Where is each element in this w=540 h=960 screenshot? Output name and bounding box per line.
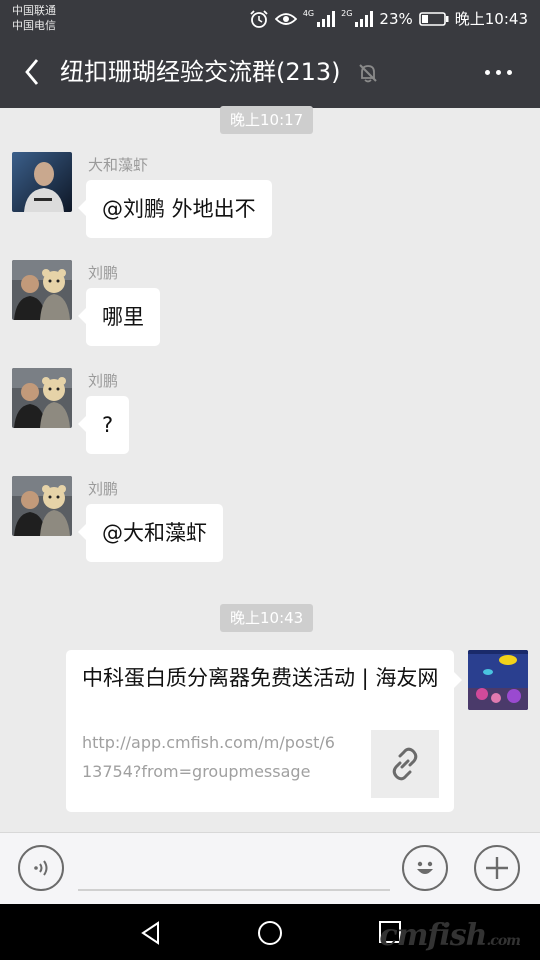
back-icon: [25, 59, 39, 85]
more-icon: [484, 69, 490, 75]
plus-button[interactable]: [474, 845, 520, 891]
alarm-icon: [250, 9, 268, 28]
timestamp: 晚上10:43: [220, 604, 314, 632]
clock: 晚上10:43: [454, 10, 528, 28]
carrier-1: 中国联通: [12, 4, 56, 17]
avatar-photo-icon: [12, 152, 72, 212]
timestamp: 晚上10:17: [220, 106, 314, 134]
battery-percent: 23%: [379, 9, 413, 28]
link-thumbnail: [371, 730, 439, 798]
message-bubble[interactable]: @大和藻虾: [78, 504, 223, 562]
chat-title: 纽扣珊瑚经验交流群(213): [60, 58, 341, 86]
voice-button[interactable]: [18, 845, 64, 891]
avatar-photo-icon: [12, 476, 72, 536]
avatar[interactable]: [12, 152, 72, 212]
network-type-2: 2G: [341, 9, 353, 18]
status-bar: 中国联通 中国电信 4G 2G 23% 晚上10:43: [0, 0, 540, 36]
input-bar: [0, 832, 540, 905]
emoji-icon: [417, 861, 433, 874]
mute-bell-icon: [359, 64, 377, 83]
sender-name: 刘鹏: [88, 372, 119, 390]
avatar-photo-icon: [12, 368, 72, 428]
link-url: http://app.cmfish.com/m/post/613754?from…: [82, 733, 335, 781]
sender-name: 大和藻虾: [88, 156, 149, 174]
network-type-1: 4G: [302, 9, 315, 18]
carrier-2: 中国电信: [12, 19, 56, 32]
link-card[interactable]: 中科蛋白质分离器免费送活动 | 海友网 http://app.cmfish.co…: [66, 650, 462, 812]
carrier-info: 中国联通 中国电信: [12, 3, 56, 33]
signal-icon-2: [355, 10, 374, 27]
my-avatar[interactable]: [468, 650, 528, 710]
nav-back-icon[interactable]: [138, 920, 164, 946]
message-bubble[interactable]: 哪里: [78, 288, 160, 346]
signal-icon: [317, 10, 336, 27]
link-icon: [392, 747, 418, 781]
watermark-logo: cmfish.com: [379, 918, 521, 953]
avatar[interactable]: [12, 260, 72, 320]
message-bubble[interactable]: ?: [77, 396, 130, 454]
sender-name: 刘鹏: [88, 480, 119, 498]
aquarium-avatar-icon: [468, 650, 528, 710]
link-title: 中科蛋白质分离器免费送活动 | 海友网: [82, 666, 439, 690]
chat-header: 纽扣珊瑚经验交流群(213): [0, 36, 540, 108]
message-bubble[interactable]: @刘鹏 外地出不: [78, 180, 272, 238]
nav-home-icon[interactable]: [257, 920, 283, 946]
status-indicators: 4G 2G 23% 晚上10:43: [249, 8, 528, 29]
battery-icon: [418, 11, 449, 26]
plus-icon: [486, 857, 508, 879]
sender-name: 刘鹏: [88, 264, 119, 282]
voice-icon: [34, 860, 48, 876]
emoji-button[interactable]: [402, 845, 448, 891]
message-input[interactable]: [78, 889, 390, 891]
avatar[interactable]: [12, 368, 72, 428]
avatar-photo-icon: [12, 260, 72, 320]
system-nav-bar: cmfish.com: [0, 904, 540, 960]
back-button[interactable]: [14, 54, 50, 90]
more-button[interactable]: [476, 58, 520, 86]
avatar[interactable]: [12, 476, 72, 536]
eye-icon: [274, 12, 297, 25]
